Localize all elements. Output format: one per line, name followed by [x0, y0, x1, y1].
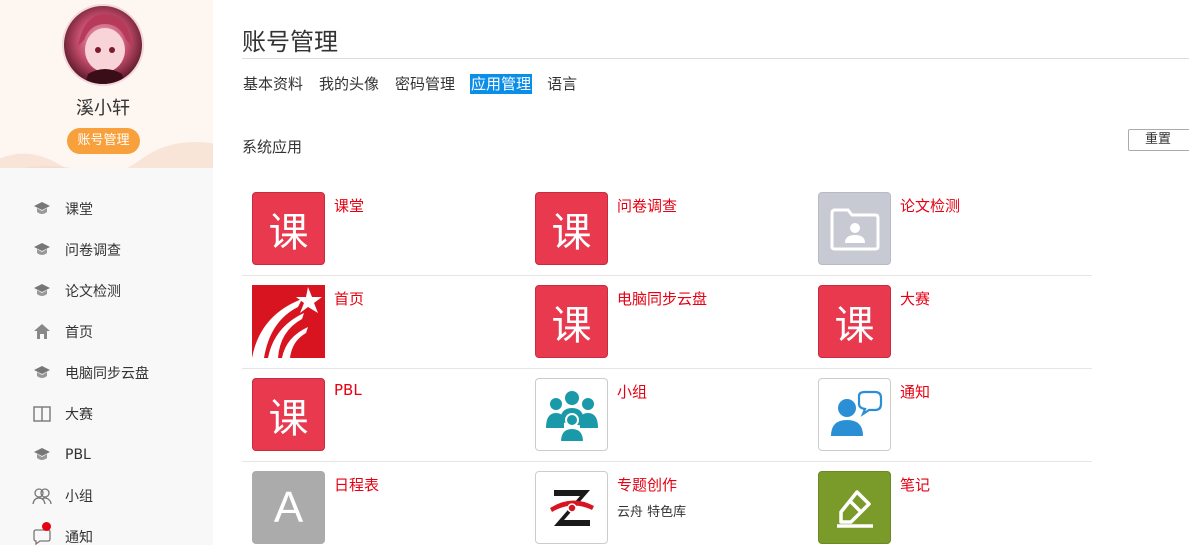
app-name: 日程表: [334, 476, 380, 494]
app-survey[interactable]: 课 问卷调查: [525, 192, 808, 268]
avatar[interactable]: [62, 4, 144, 86]
ke-icon: 课: [252, 378, 325, 451]
sidebar-item-label: 课堂: [65, 201, 93, 218]
section-label: 系统应用: [242, 138, 303, 156]
sidebar-item-paper-check[interactable]: 论文检测: [0, 270, 213, 311]
shooting-star-icon: [252, 285, 325, 358]
account-management-badge[interactable]: 账号管理: [67, 128, 140, 154]
cap-icon: [32, 240, 52, 260]
sidebar-nav: 课堂 问卷调查 论文检测 首页 电脑同步云盘 大赛 PBL 小组 通知: [0, 188, 213, 557]
app-name: PBL: [334, 381, 362, 399]
tab-password[interactable]: 密码管理: [394, 74, 456, 94]
app-cloud-disk[interactable]: 课 电脑同步云盘: [525, 285, 808, 361]
profile-card: 溪小轩 账号管理: [0, 0, 213, 168]
cap-icon: [32, 445, 52, 465]
app-grid: 课 课堂 课 问卷调查 论文检测 首页 课 电脑同步云盘 课 大赛 课 PBL …: [242, 183, 1092, 555]
app-row: 课 课堂 课 问卷调查 论文检测: [242, 183, 1092, 276]
sidebar-item-pbl[interactable]: PBL: [0, 434, 213, 475]
app-group[interactable]: 小组: [525, 378, 808, 454]
app-notes[interactable]: 笔记: [808, 471, 1091, 547]
app-name: 问卷调查: [617, 197, 678, 215]
ke-icon: 课: [818, 285, 891, 358]
home-icon: [32, 322, 52, 342]
app-contest[interactable]: 课 大赛: [808, 285, 1091, 361]
app-name: 电脑同步云盘: [617, 290, 708, 308]
sidebar-item-classroom[interactable]: 课堂: [0, 188, 213, 229]
app-subtitle: 云舟 特色库: [617, 505, 687, 520]
tab-bar: 基本资料 我的头像 密码管理 应用管理 语言: [242, 74, 592, 94]
app-row: 课 PBL 小组 通知: [242, 369, 1092, 462]
unread-dot: [42, 522, 51, 531]
app-name: 小组: [617, 383, 648, 401]
app-notice[interactable]: 通知: [808, 378, 1091, 454]
app-topic-creation[interactable]: 专题创作 云舟 特色库: [525, 471, 808, 547]
ke-icon: 课: [252, 192, 325, 265]
sidebar-item-label: 大赛: [65, 406, 93, 423]
group-people-icon: [535, 378, 608, 451]
z-logo-icon: [535, 471, 608, 544]
tab-app-management[interactable]: 应用管理: [470, 74, 533, 94]
user-name: 溪小轩: [76, 98, 130, 119]
cap-icon: [32, 363, 52, 383]
sidebar-item-home[interactable]: 首页: [0, 311, 213, 352]
sidebar-item-label: 电脑同步云盘: [65, 365, 149, 382]
app-home[interactable]: 首页: [242, 285, 525, 361]
app-name: 课堂: [334, 197, 365, 215]
app-row: A 日程表 专题创作 云舟 特色库 笔记: [242, 462, 1092, 555]
app-row: 首页 课 电脑同步云盘 课 大赛: [242, 276, 1092, 369]
sidebar-item-contest[interactable]: 大赛: [0, 393, 213, 434]
tab-language[interactable]: 语言: [546, 74, 578, 94]
tab-basic-info[interactable]: 基本资料: [242, 74, 304, 94]
reset-button[interactable]: 重置: [1128, 129, 1189, 151]
book-icon: [32, 404, 52, 424]
app-paper-check[interactable]: 论文检测: [808, 192, 1091, 268]
sidebar-item-label: 论文检测: [65, 283, 121, 300]
tab-my-avatar[interactable]: 我的头像: [318, 74, 380, 94]
group-icon: [32, 486, 52, 506]
app-name: 大赛: [900, 290, 931, 308]
app-name: 专题创作: [617, 476, 678, 494]
sidebar-item-notice[interactable]: 通知: [0, 516, 213, 557]
letter-a-icon: A: [252, 471, 325, 544]
sidebar-item-group[interactable]: 小组: [0, 475, 213, 516]
app-name: 首页: [334, 290, 365, 308]
ke-icon: 课: [535, 285, 608, 358]
sidebar-item-cloud-disk[interactable]: 电脑同步云盘: [0, 352, 213, 393]
sidebar-item-label: 问卷调查: [65, 242, 121, 259]
app-pbl[interactable]: 课 PBL: [242, 378, 525, 454]
sidebar-item-label: 通知: [65, 529, 93, 546]
main-content: 账号管理 基本资料 我的头像 密码管理 应用管理 语言 系统应用 重置 课 课堂…: [242, 0, 1189, 545]
app-classroom[interactable]: 课 课堂: [242, 192, 525, 268]
app-name: 论文检测: [900, 197, 961, 215]
app-name: 笔记: [900, 476, 931, 494]
app-schedule[interactable]: A 日程表: [242, 471, 525, 547]
sidebar-item-label: 首页: [65, 324, 93, 341]
title-divider: [242, 58, 1189, 59]
sidebar: 溪小轩 账号管理 课堂 问卷调查 论文检测 首页 电脑同步云盘 大赛 PBL 小…: [0, 0, 213, 546]
app-name: 通知: [900, 383, 931, 401]
sidebar-item-survey[interactable]: 问卷调查: [0, 229, 213, 270]
sidebar-item-label: PBL: [65, 446, 91, 463]
cap-icon: [32, 199, 52, 219]
ke-icon: 课: [535, 192, 608, 265]
cap-icon: [32, 281, 52, 301]
speaker-chat-icon: [818, 378, 891, 451]
eraser-pen-icon: [818, 471, 891, 544]
folder-user-icon: [818, 192, 891, 265]
sidebar-item-label: 小组: [65, 488, 93, 505]
page-title: 账号管理: [242, 28, 338, 56]
